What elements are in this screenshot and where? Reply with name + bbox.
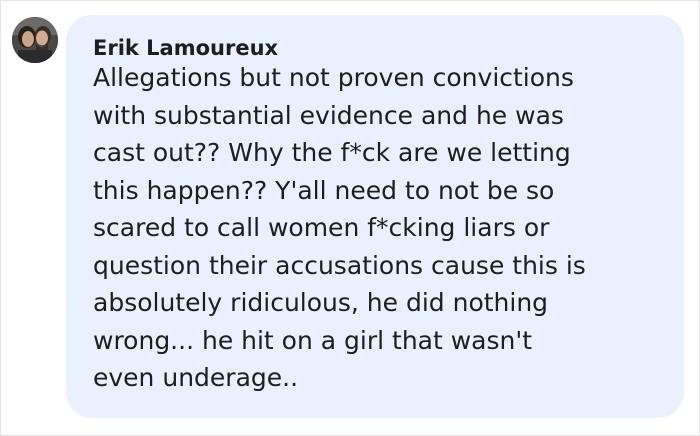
- comment-text-line: this happen?? Y'all need to not be so: [93, 175, 555, 205]
- profile-photo-icon: [12, 17, 58, 63]
- avatar[interactable]: [12, 17, 58, 63]
- comment-text-line: with substantial evidence and he was: [93, 100, 564, 130]
- comment-text-line: cast out?? Why the f*ck are we letting: [93, 138, 571, 167]
- comment-author-name[interactable]: Erik Lamoureux: [93, 36, 278, 60]
- comment-text-line: even underage..: [93, 363, 299, 392]
- comment-text-line: scared to call women f*cking liars or: [93, 213, 550, 242]
- comment-text: Allegations but not proven convictions w…: [93, 59, 673, 397]
- comment-text-line: Allegations but not proven convictions: [93, 63, 574, 92]
- comment-text-line: absolutely ridiculous, he did nothing: [93, 288, 549, 317]
- comment-text-line: wrong... he hit on a girl that wasn't: [93, 325, 533, 355]
- comment-bubble: Erik Lamoureux Allegations but not prove…: [66, 15, 684, 418]
- comment-text-line: question their accusations cause this is: [93, 250, 586, 280]
